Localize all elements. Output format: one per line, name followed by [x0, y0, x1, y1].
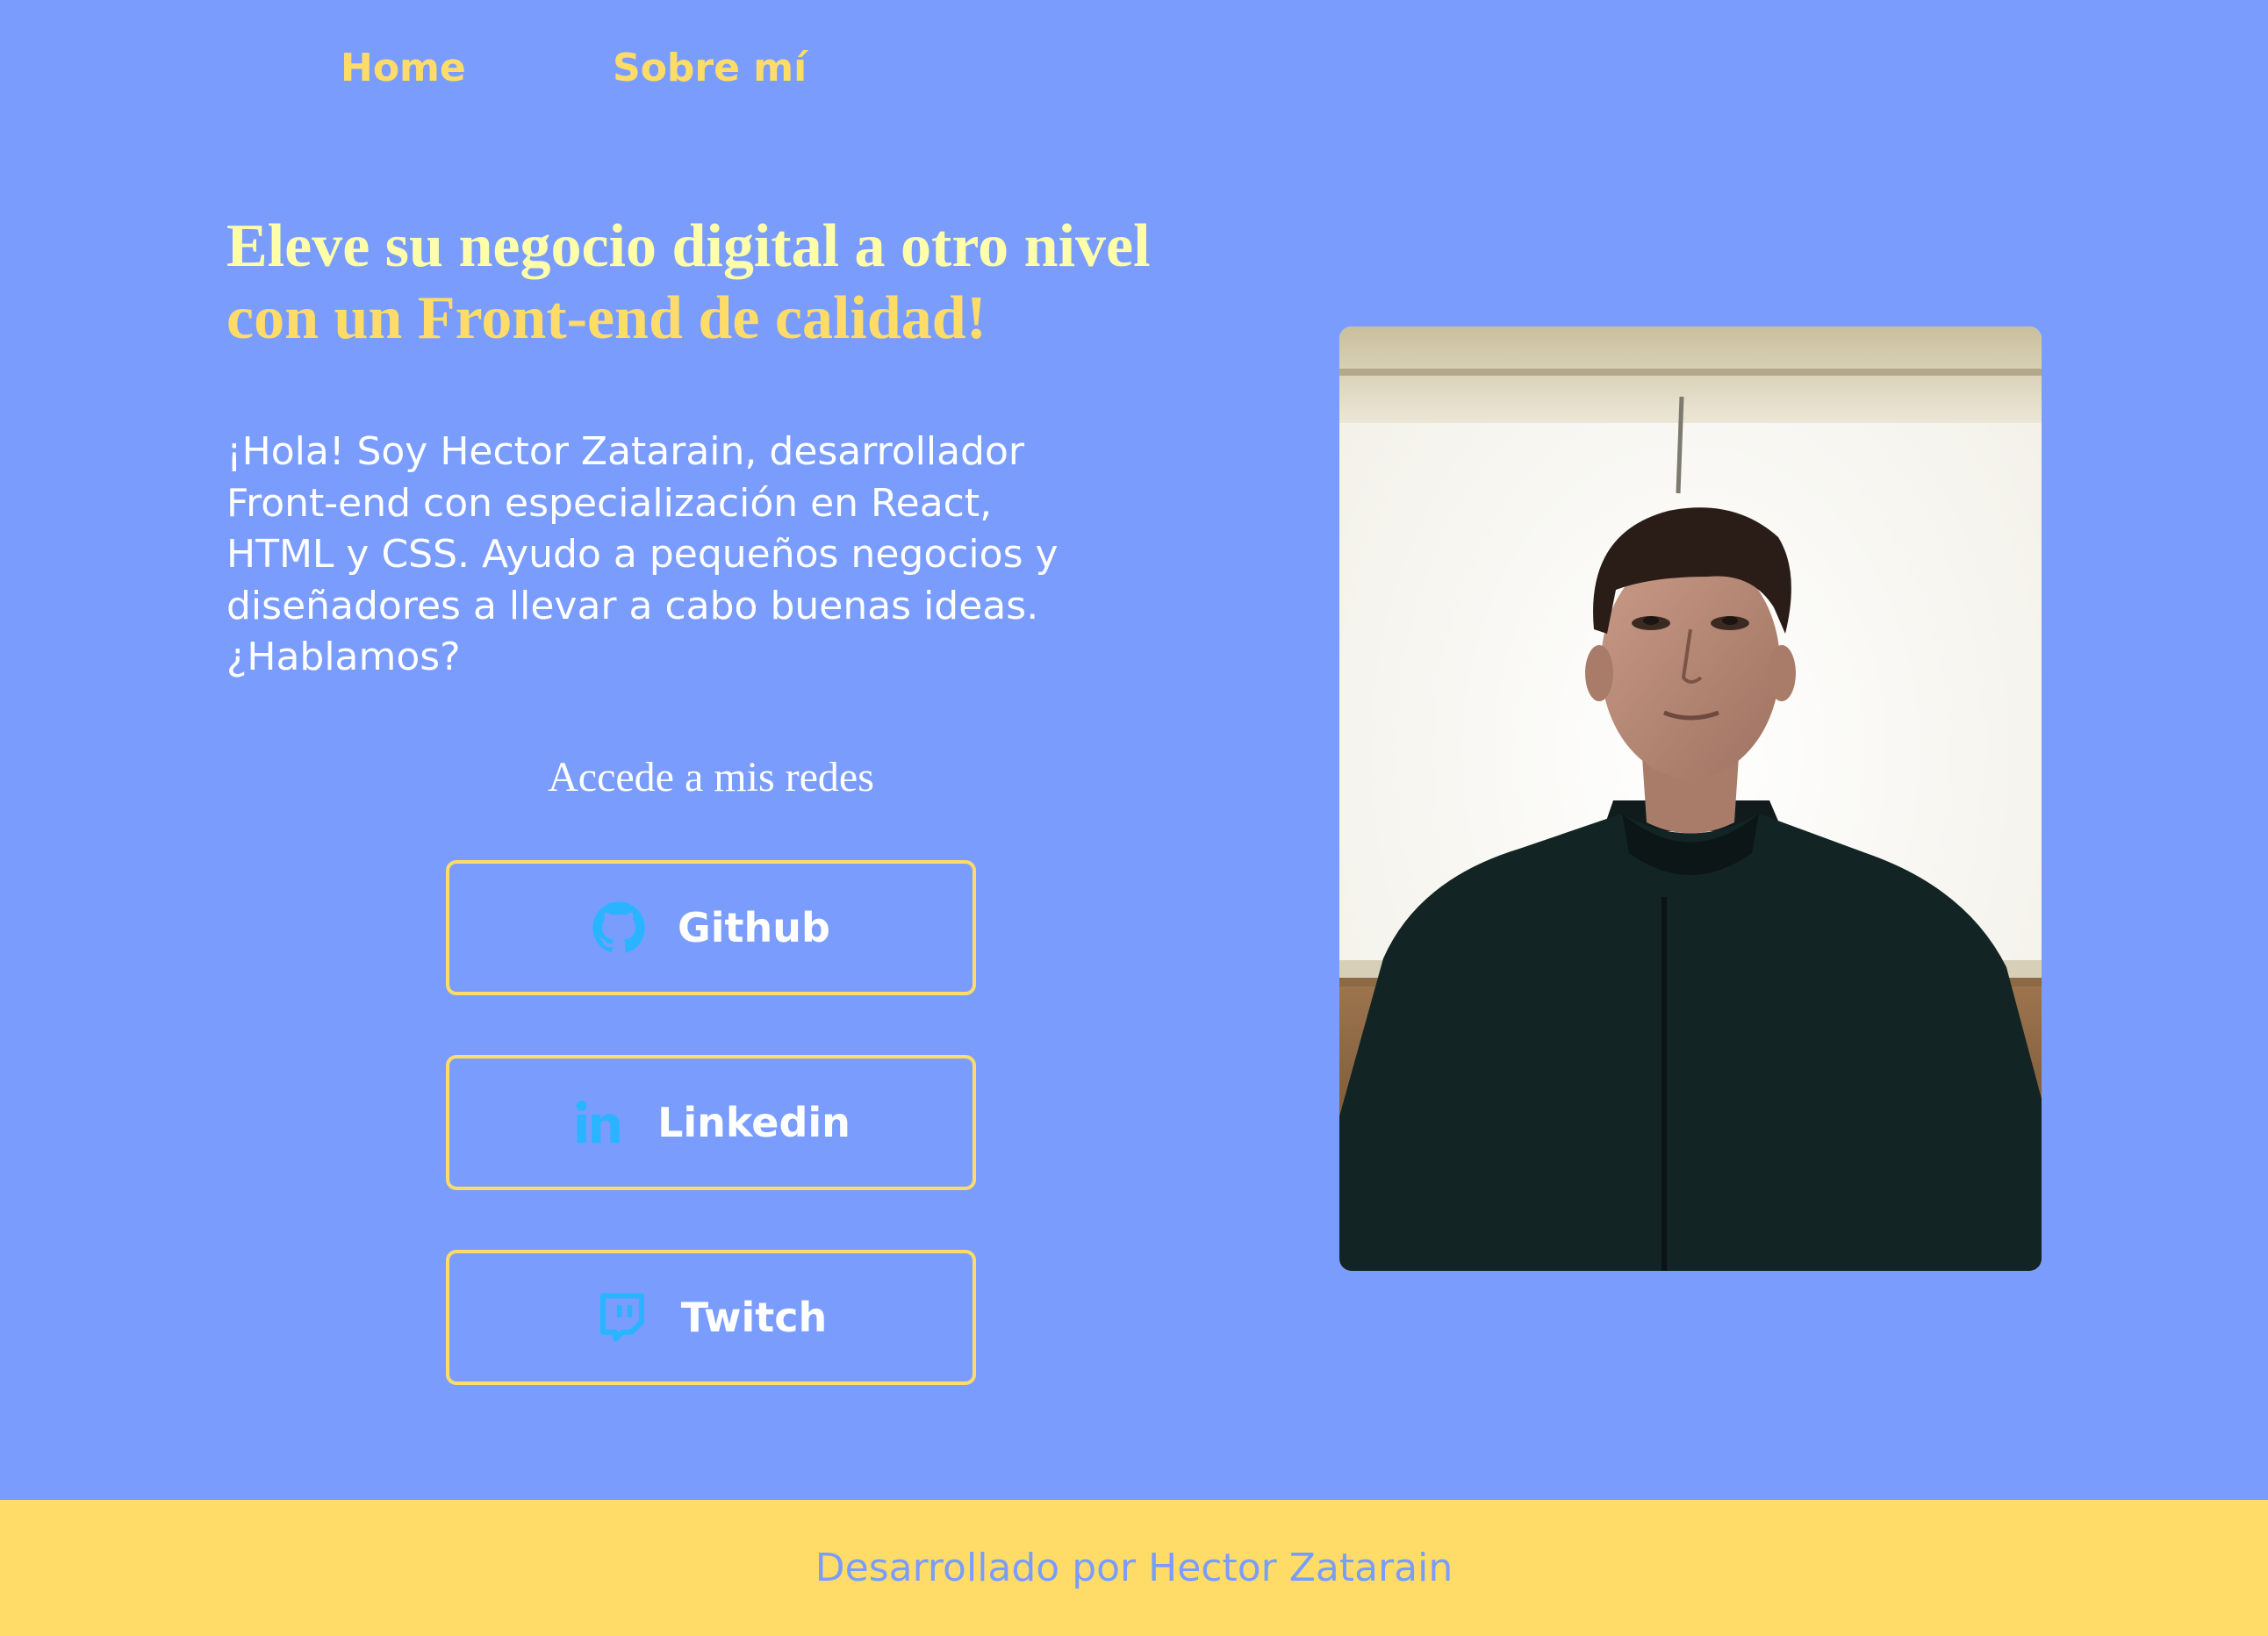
github-icon — [592, 901, 646, 955]
intro-line: HTML y CSS. Ayudo a pequeños negocios y — [226, 532, 1059, 577]
intro-line: ¿Hablamos? — [226, 635, 461, 679]
profile-photo — [1339, 326, 2042, 1271]
intro-paragraph: ¡Hola! Soy Hector Zatarain, desarrollado… — [226, 427, 1209, 684]
headline-line-2: con un Front-end de calidad! — [226, 284, 987, 352]
footer-credit: Desarrollado por Hector Zatarain — [815, 1546, 1453, 1590]
headline-line-1: Eleve su negocio digital a otro nivel — [226, 212, 1151, 280]
twitch-button[interactable]: Twitch — [446, 1250, 976, 1385]
intro-line: Front-end con especialización en React, — [226, 480, 993, 526]
github-button[interactable]: Github — [446, 860, 976, 995]
intro-line: diseñadores a llevar a cabo buenas ideas… — [226, 583, 1039, 628]
twitch-icon — [595, 1290, 650, 1345]
intro-line: ¡Hola! Soy Hector Zatarain, desarrollado… — [226, 429, 1024, 474]
github-button-label: Github — [678, 904, 830, 951]
linkedin-icon — [571, 1095, 626, 1150]
hero-headline: Eleve su negocio digital a otro nivel co… — [226, 211, 1280, 355]
nav-home-link[interactable]: Home — [341, 46, 466, 90]
top-navigation: Home Sobre mí — [0, 0, 2268, 149]
nav-about-link[interactable]: Sobre mí — [613, 46, 807, 90]
social-section-title: Accede a mis redes — [548, 754, 874, 800]
linkedin-button[interactable]: Linkedin — [446, 1055, 976, 1190]
page-footer: Desarrollado por Hector Zatarain — [0, 1500, 2268, 1636]
twitch-button-label: Twitch — [680, 1294, 828, 1341]
linkedin-button-label: Linkedin — [657, 1099, 850, 1146]
